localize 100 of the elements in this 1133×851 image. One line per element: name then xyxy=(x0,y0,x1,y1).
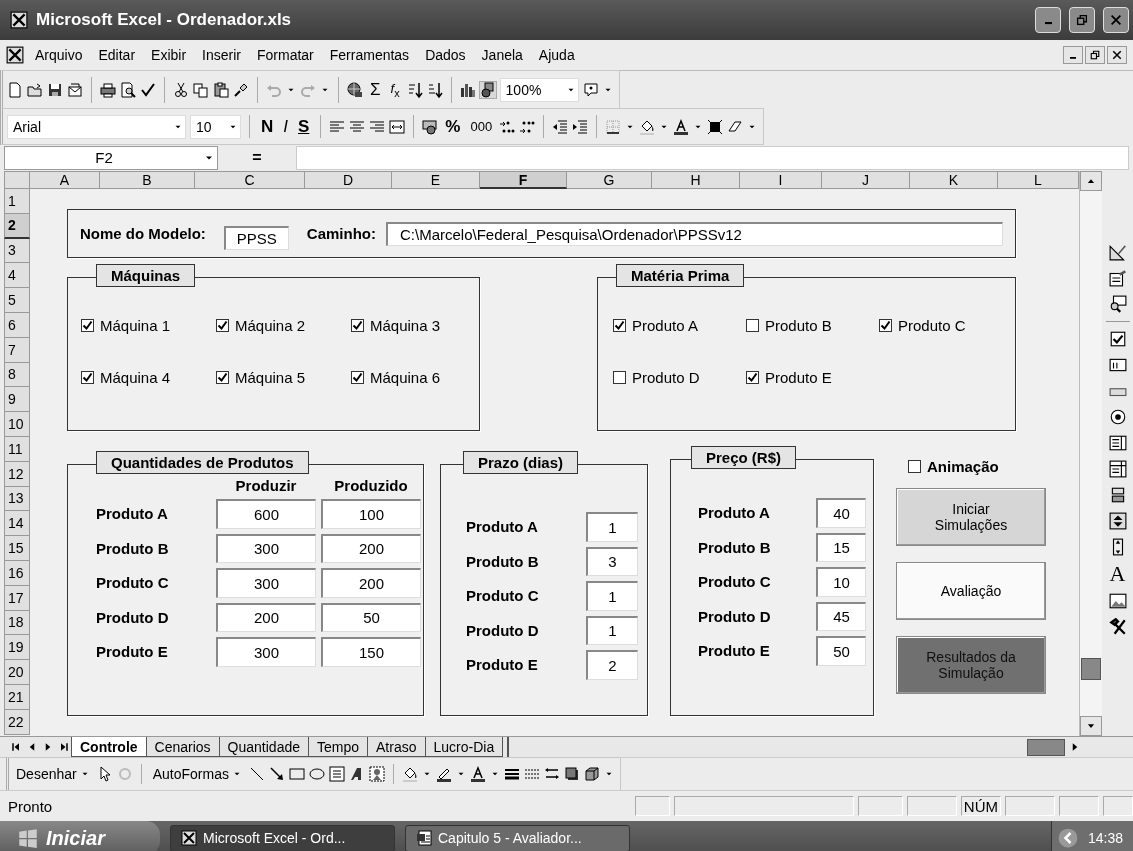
properties-icon[interactable] xyxy=(1108,269,1127,287)
row-header[interactable]: 5 xyxy=(4,288,30,313)
row-header[interactable]: 17 xyxy=(4,585,30,611)
formula-field[interactable] xyxy=(296,145,1129,170)
scroll-up-button[interactable] xyxy=(1080,171,1102,191)
rectangle-icon[interactable] xyxy=(288,766,305,782)
scroll-thumb[interactable] xyxy=(1081,658,1101,680)
checkbox-icon[interactable] xyxy=(1108,330,1127,348)
globe-icon[interactable] xyxy=(347,82,363,98)
borders-icon[interactable] xyxy=(605,118,622,135)
column-header[interactable]: L xyxy=(998,171,1079,189)
align-left-icon[interactable] xyxy=(329,118,346,135)
sheet-tab[interactable]: Atraso xyxy=(367,737,426,757)
line-icon[interactable] xyxy=(248,766,265,782)
value-field[interactable]: 200 xyxy=(216,602,316,632)
minimize-button[interactable] xyxy=(1063,46,1083,64)
row-header[interactable]: 21 xyxy=(4,684,30,710)
value-field[interactable]: 1 xyxy=(586,581,638,611)
line-color-icon[interactable] xyxy=(435,766,452,782)
copy-icon[interactable] xyxy=(193,82,209,98)
draw-menu-button[interactable]: Desenhar xyxy=(13,766,93,782)
scroll-thumb[interactable] xyxy=(1027,738,1065,756)
indent-icon[interactable] xyxy=(572,118,589,135)
menu-item[interactable]: Arquivo xyxy=(30,45,88,65)
action-button[interactable]: Resultados da Simulação xyxy=(896,636,1046,694)
checkbox[interactable] xyxy=(908,459,921,473)
column-header[interactable]: J xyxy=(822,171,910,189)
value-field[interactable]: 50 xyxy=(816,636,866,666)
new-document-icon[interactable] xyxy=(7,82,23,98)
path-field[interactable]: C:\Marcelo\Federal_Pesquisa\Ordenador\PPSSv12 xyxy=(386,221,1003,246)
column-header[interactable]: D xyxy=(305,171,392,189)
font-color-icon[interactable] xyxy=(673,118,690,135)
autosum-button[interactable]: Σ xyxy=(367,80,384,100)
drawing-shapes-icon[interactable] xyxy=(479,82,496,98)
row-header[interactable]: 20 xyxy=(4,660,30,685)
oval-icon[interactable] xyxy=(308,766,325,782)
outdent-icon[interactable] xyxy=(552,118,569,135)
row-header[interactable]: 12 xyxy=(4,461,30,487)
name-box[interactable]: F2 xyxy=(4,145,218,170)
row-header[interactable]: 14 xyxy=(4,511,30,537)
checkbox[interactable] xyxy=(216,370,229,384)
column-header[interactable]: H xyxy=(652,171,740,189)
checkbox[interactable] xyxy=(81,318,94,332)
column-header[interactable]: G xyxy=(567,171,652,189)
arrow-style-icon[interactable] xyxy=(543,766,560,782)
scissors-icon[interactable] xyxy=(173,82,189,98)
row-header[interactable]: 7 xyxy=(4,337,30,363)
action-button[interactable]: Iniciar Simulações xyxy=(896,488,1046,546)
scroll-down-button[interactable] xyxy=(1080,716,1102,736)
help-icon[interactable] xyxy=(582,82,599,98)
thousands-button[interactable]: 000 xyxy=(467,119,496,134)
row-header[interactable]: 8 xyxy=(4,362,30,388)
row-header[interactable]: 16 xyxy=(4,560,30,586)
resize-handles-icon[interactable] xyxy=(707,118,724,135)
cube-icon[interactable] xyxy=(583,766,600,782)
value-field[interactable]: 300 xyxy=(216,533,316,563)
bold-button[interactable]: N xyxy=(258,116,277,137)
row-header[interactable]: 18 xyxy=(4,610,30,636)
function-button[interactable]: f$_{x}$ xyxy=(387,81,403,99)
menu-item[interactable]: Exibir xyxy=(146,45,192,65)
folder-icon[interactable] xyxy=(27,82,43,98)
value-field[interactable]: 300 xyxy=(216,568,316,598)
paintbrush-icon[interactable] xyxy=(233,82,249,98)
sheet-tab[interactable]: Controle xyxy=(71,737,147,757)
chevron-left-icon[interactable] xyxy=(1057,828,1078,848)
menu-item[interactable]: Janela xyxy=(476,45,528,65)
value-field[interactable]: 15 xyxy=(816,532,866,562)
value-field[interactable]: 3 xyxy=(586,546,638,576)
checkbox[interactable] xyxy=(613,318,626,332)
menu-item[interactable]: Ferramentas xyxy=(324,45,415,65)
row-header[interactable]: 11 xyxy=(4,436,30,462)
value-field[interactable]: 40 xyxy=(816,498,866,528)
restore-button[interactable] xyxy=(1085,46,1105,64)
spin-button-icon[interactable] xyxy=(1108,512,1127,530)
value-field[interactable]: 300 xyxy=(216,637,316,667)
checkbox[interactable] xyxy=(879,318,892,332)
column-header[interactable]: K xyxy=(910,171,998,189)
dash-style-icon[interactable] xyxy=(523,766,540,782)
eraser-icon[interactable] xyxy=(727,118,744,135)
column-header[interactable]: A xyxy=(30,171,100,189)
view-code-icon[interactable] xyxy=(1108,295,1127,313)
checkbox[interactable] xyxy=(746,318,759,332)
start-button[interactable]: Iniciar xyxy=(0,821,160,851)
checkbox[interactable] xyxy=(81,370,94,384)
underline-button[interactable]: S xyxy=(295,116,313,137)
label-tool-button[interactable]: A xyxy=(1109,564,1126,584)
checkbox[interactable] xyxy=(613,370,626,384)
sort-descending-icon[interactable] xyxy=(426,82,443,98)
close-button[interactable] xyxy=(1107,46,1127,64)
row-header[interactable]: 3 xyxy=(4,238,30,264)
print-preview-icon[interactable] xyxy=(120,82,136,98)
printer-icon[interactable] xyxy=(100,82,116,98)
sheet-tab[interactable]: Lucro-Dia xyxy=(424,737,504,757)
text-box-icon[interactable] xyxy=(328,766,345,782)
column-header[interactable]: B xyxy=(100,171,195,189)
line-style-icon[interactable] xyxy=(503,766,520,782)
taskbar-button[interactable]: Capitulo 5 - Avaliador... xyxy=(405,824,630,851)
combo-box-icon[interactable] xyxy=(1108,460,1127,478)
menu-item[interactable]: Ajuda xyxy=(533,45,580,65)
value-field[interactable]: 1 xyxy=(586,512,638,542)
